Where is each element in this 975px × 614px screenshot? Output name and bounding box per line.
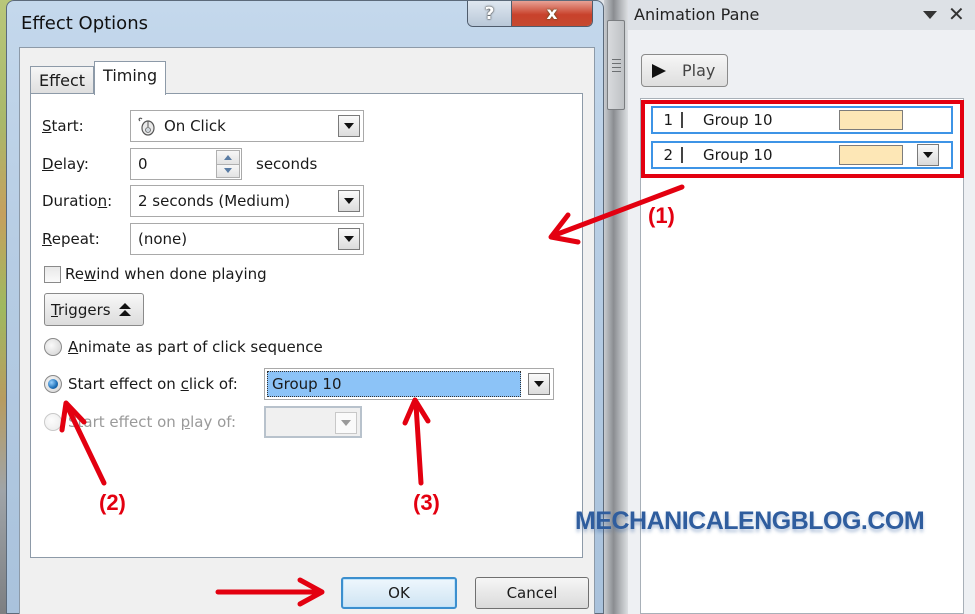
- duration-select[interactable]: 2 seconds (Medium): [130, 185, 364, 217]
- spin-up-button[interactable]: [217, 151, 239, 164]
- radio-start-on-play-of: [44, 413, 62, 431]
- ok-button[interactable]: OK: [341, 577, 457, 609]
- duration-value: 2 seconds (Medium): [138, 192, 291, 210]
- repeat-value: (none): [138, 230, 188, 248]
- pane-menu-icon[interactable]: [923, 11, 937, 19]
- chevron-down-icon: [923, 152, 933, 158]
- delay-unit: seconds: [256, 155, 318, 173]
- repeat-row: Repeat: (none): [42, 223, 364, 255]
- item-timeline-bar: [839, 110, 903, 130]
- tab-effect[interactable]: Effect: [30, 66, 95, 94]
- help-icon: ?: [484, 3, 495, 24]
- rewind-checkbox[interactable]: [44, 265, 61, 283]
- play-button[interactable]: Play: [641, 54, 728, 87]
- duration-dropdown-button[interactable]: [338, 190, 360, 212]
- chevron-down-icon: [344, 198, 354, 204]
- dialog-body: Effect Timing Start: On Click Delay: 0 s…: [19, 47, 595, 614]
- spin-down-button[interactable]: [217, 163, 239, 177]
- arrow-down-icon: [224, 168, 232, 174]
- effect-options-dialog: Effect Options ? x Effect Timing Start:: [6, 0, 604, 614]
- radio-animate-click-sequence[interactable]: [44, 338, 62, 356]
- arrow-up-icon: [224, 154, 232, 160]
- window-controls: ? x: [467, 1, 593, 27]
- radio-label: Start effect on click of:: [68, 375, 238, 393]
- start-row: Start: On Click: [42, 110, 364, 142]
- cancel-button[interactable]: Cancel: [475, 577, 589, 609]
- chevron-down-icon: [341, 420, 351, 426]
- help-button[interactable]: ?: [468, 1, 512, 26]
- timing-panel: Start: On Click Delay: 0 seconds Duratio…: [30, 93, 583, 558]
- delay-stepper[interactable]: 0: [130, 148, 242, 180]
- tab-strip: Effect Timing: [30, 60, 167, 95]
- radio-start-on-click-of[interactable]: [44, 375, 62, 393]
- chevron-down-icon: [344, 236, 354, 242]
- repeat-dropdown-button[interactable]: [338, 228, 360, 250]
- triggers-label: Triggers: [51, 300, 111, 319]
- start-label: Start:: [42, 117, 84, 135]
- pane-close-icon[interactable]: ✕: [948, 2, 965, 26]
- delay-value: 0: [138, 155, 148, 173]
- click-of-dropdown-button[interactable]: [528, 373, 550, 395]
- animation-item[interactable]: 1 Group 10: [651, 106, 953, 134]
- duration-label: Duration:: [42, 192, 113, 210]
- delay-spin-buttons: [216, 150, 240, 178]
- collapse-icon: [118, 303, 131, 316]
- tab-timing[interactable]: Timing: [94, 61, 167, 95]
- radio-click-of-row[interactable]: Start effect on click of: Group 10: [44, 368, 554, 400]
- dialog-title: Effect Options: [21, 13, 148, 34]
- rewind-label: Rewind when done playing: [65, 265, 267, 283]
- delay-label: Delay:: [42, 155, 89, 173]
- play-icon: [652, 63, 666, 78]
- chevron-down-icon: [344, 123, 354, 129]
- delay-row: Delay: 0 seconds: [42, 148, 317, 180]
- close-button[interactable]: x: [512, 1, 592, 26]
- on-click-trigger-icon: [681, 147, 683, 163]
- dialog-title-bar[interactable]: Effect Options ? x: [7, 1, 603, 47]
- triggers-button[interactable]: Triggers: [44, 293, 144, 326]
- close-icon: x: [546, 3, 558, 24]
- watermark: MECHANICALENGBLOG.COM: [575, 507, 925, 535]
- annotation-step2: (2): [99, 490, 126, 515]
- repeat-select[interactable]: (none): [130, 223, 364, 255]
- repeat-label: Repeat:: [42, 230, 100, 248]
- item-name: Group 10: [703, 111, 773, 129]
- radio-play-of-row: Start effect on play of:: [44, 406, 362, 438]
- click-of-select[interactable]: Group 10: [264, 368, 554, 400]
- pane-title: Animation Pane: [634, 5, 760, 24]
- radio-label: Animate as part of click sequence: [68, 338, 323, 356]
- play-of-dropdown-button: [335, 412, 357, 434]
- animation-item[interactable]: 2 Group 10: [651, 141, 953, 169]
- chevron-down-icon: [534, 381, 544, 387]
- click-of-value: Group 10: [267, 371, 521, 397]
- item-timeline-bar: [839, 145, 903, 165]
- start-value: On Click: [164, 117, 226, 135]
- play-label: Play: [682, 61, 716, 80]
- pane-header: Animation Pane ✕: [628, 0, 975, 30]
- item-dropdown-button[interactable]: [917, 144, 939, 166]
- item-name: Group 10: [703, 146, 773, 164]
- start-dropdown-button[interactable]: [338, 115, 360, 137]
- on-click-trigger-icon: [681, 112, 683, 128]
- play-of-select: [264, 406, 362, 438]
- rewind-row[interactable]: Rewind when done playing: [44, 265, 267, 283]
- scrollbar-thumb[interactable]: [607, 20, 625, 110]
- mouse-icon: [138, 117, 155, 136]
- annotation-step3: (3): [413, 490, 440, 515]
- radio-label: Start effect on play of:: [68, 413, 237, 431]
- start-select[interactable]: On Click: [130, 110, 364, 142]
- item-number: 2: [663, 146, 673, 164]
- item-number: 1: [663, 111, 673, 129]
- duration-row: Duration: 2 seconds (Medium): [42, 185, 364, 217]
- annotation-step1: (1): [648, 203, 675, 228]
- radio-click-sequence[interactable]: Animate as part of click sequence: [44, 338, 323, 356]
